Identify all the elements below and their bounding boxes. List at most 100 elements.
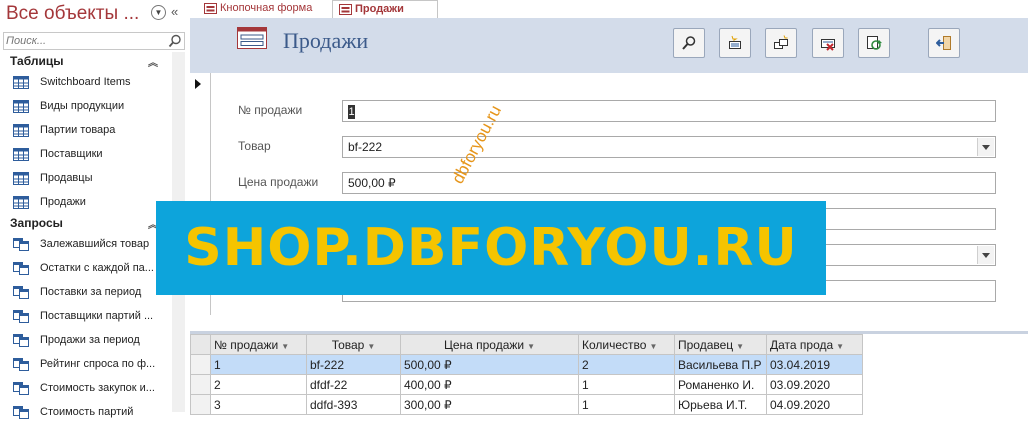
row-selector[interactable]: [190, 394, 211, 415]
table-cell[interactable]: bf-222: [306, 354, 401, 375]
table-cell[interactable]: 400,00 ₽: [400, 374, 579, 395]
nav-title[interactable]: Все объекты ...: [6, 3, 139, 25]
nav-item-label: Рейтинг спроса по ф...: [40, 358, 156, 370]
nav-item-table[interactable]: Виды продукции: [0, 96, 180, 118]
table-cell[interactable]: 1: [578, 394, 675, 415]
sort-arrow-icon[interactable]: ▼: [836, 342, 844, 351]
nav-search-input[interactable]: [4, 34, 166, 48]
tab-label: Кнопочная форма: [220, 2, 313, 14]
query-icon: [13, 358, 29, 371]
watermark-banner-text: SHOP.DBFORYOU.RU: [184, 218, 798, 278]
query-icon: [13, 262, 29, 275]
chevron-down-icon[interactable]: [977, 246, 994, 264]
sort-arrow-icon[interactable]: ▼: [649, 342, 657, 351]
watermark-banner: SHOP.DBFORYOU.RU: [156, 201, 826, 295]
nav-search-box: [3, 32, 185, 50]
nav-menu-dropdown-icon[interactable]: ▼: [151, 5, 166, 20]
table-cell[interactable]: Васильева П.Р: [674, 354, 767, 375]
table-cell[interactable]: 03.09.2020: [766, 374, 863, 395]
nav-item-query[interactable]: Рейтинг спроса по ф...: [0, 354, 180, 376]
table-icon: [13, 148, 29, 161]
price-field[interactable]: 500,00 ₽: [342, 172, 996, 194]
new-record-button[interactable]: [719, 28, 751, 58]
column-header[interactable]: Товар ▼: [306, 334, 401, 355]
query-icon: [13, 286, 29, 299]
table-cell[interactable]: 300,00 ₽: [400, 394, 579, 415]
row-selector[interactable]: [190, 374, 211, 395]
tab-sales[interactable]: Продажи: [332, 0, 438, 18]
sort-arrow-icon[interactable]: ▼: [281, 342, 289, 351]
table-cell[interactable]: 500,00 ₽: [400, 354, 579, 375]
nav-item-label: Виды продукции: [40, 100, 125, 112]
nav-item-table[interactable]: Продавцы: [0, 168, 180, 190]
nav-item-query[interactable]: Остатки с каждой па...: [0, 258, 180, 280]
datasheet-header-row: № продажи ▼ Товар ▼ Цена продажи ▼ Количест…: [190, 334, 863, 355]
sort-arrow-icon[interactable]: ▼: [367, 342, 375, 351]
nav-item-table[interactable]: Продажи: [0, 192, 180, 214]
nav-item-query[interactable]: Поставщики партий ...: [0, 306, 180, 328]
nav-item-label: Стоимость партий: [40, 406, 134, 418]
chevron-down-icon[interactable]: [977, 138, 994, 156]
delete-record-button[interactable]: [812, 28, 844, 58]
refresh-icon: [867, 36, 882, 50]
table-cell[interactable]: 03.04.2019: [766, 354, 863, 375]
nav-item-query[interactable]: Залежавшийся товар: [0, 234, 180, 256]
product-combobox[interactable]: bf-222: [342, 136, 996, 158]
nav-item-query[interactable]: Продажи за период: [0, 330, 180, 352]
nav-item-label: Остатки с каждой па...: [40, 262, 154, 274]
find-icon: [682, 36, 696, 50]
form-header: Продажи: [190, 18, 1028, 73]
nav-group-queries[interactable]: Запросы ︽: [0, 214, 180, 234]
sale-number-value: 1: [348, 104, 355, 119]
find-button[interactable]: [673, 28, 705, 58]
document-tabs: Кнопочная форма Продажи: [190, 0, 1028, 19]
sort-arrow-icon[interactable]: ▼: [527, 342, 535, 351]
table-row[interactable]: 2 dfdf-22 400,00 ₽ 1 Романенко И. 03.09.…: [190, 374, 863, 395]
sale-number-field[interactable]: 1: [342, 100, 996, 122]
table-icon: [13, 172, 29, 185]
copy-record-button[interactable]: [765, 28, 797, 58]
nav-group-label: Таблицы: [10, 54, 64, 68]
nav-item-query[interactable]: Поставки за период: [0, 282, 180, 304]
nav-item-label: Switchboard Items: [40, 76, 131, 88]
column-header[interactable]: Продавец ▼: [674, 334, 767, 355]
collapse-pane-icon[interactable]: «: [171, 4, 178, 19]
table-cell[interactable]: 04.09.2020: [766, 394, 863, 415]
table-cell[interactable]: ddfd-393: [306, 394, 401, 415]
row-selector[interactable]: [190, 354, 211, 375]
close-form-button[interactable]: [928, 28, 960, 58]
form-icon: [204, 3, 217, 14]
table-cell[interactable]: 2: [578, 354, 675, 375]
nav-item-table[interactable]: Switchboard Items: [0, 72, 180, 94]
column-header[interactable]: Цена продажи ▼: [400, 334, 579, 355]
search-icon[interactable]: [168, 34, 182, 48]
column-header[interactable]: Дата прода ▼: [766, 334, 863, 355]
nav-group-tables[interactable]: Таблицы ︽: [0, 52, 180, 72]
table-cell[interactable]: Романенко И.: [674, 374, 767, 395]
table-cell[interactable]: 2: [210, 374, 307, 395]
datasheet-table: № продажи ▼ Товар ▼ Цена продажи ▼ Количест…: [190, 334, 863, 415]
nav-item-table[interactable]: Поставщики: [0, 144, 180, 166]
table-icon: [13, 76, 29, 89]
table-cell[interactable]: 1: [210, 354, 307, 375]
table-cell[interactable]: dfdf-22: [306, 374, 401, 395]
select-all-cell[interactable]: [190, 334, 211, 355]
chevron-up-icon[interactable]: ︽: [148, 54, 158, 69]
table-cell[interactable]: 1: [578, 374, 675, 395]
table-cell[interactable]: 3: [210, 394, 307, 415]
column-header[interactable]: № продажи ▼: [210, 334, 307, 355]
table-row[interactable]: 3 ddfd-393 300,00 ₽ 1 Юрьева И.Т. 04.09.…: [190, 394, 863, 415]
tab-switchboard-form[interactable]: Кнопочная форма: [198, 0, 349, 17]
table-cell[interactable]: Юрьева И.Т.: [674, 394, 767, 415]
sort-arrow-icon[interactable]: ▼: [736, 342, 744, 351]
price-value: 500,00 ₽: [348, 176, 396, 190]
copy-record-icon: [774, 35, 788, 49]
refresh-button[interactable]: [858, 28, 890, 58]
nav-item-query[interactable]: Стоимость партий: [0, 402, 180, 424]
form-icon: [339, 4, 352, 15]
table-row[interactable]: 1 bf-222 500,00 ₽ 2 Васильева П.Р 03.04.…: [190, 354, 863, 375]
nav-item-query[interactable]: Стоимость закупок и...: [0, 378, 180, 400]
column-header[interactable]: Количество ▼: [578, 334, 675, 355]
nav-item-table[interactable]: Партии товара: [0, 120, 180, 142]
current-record-arrow-icon: [195, 79, 201, 89]
